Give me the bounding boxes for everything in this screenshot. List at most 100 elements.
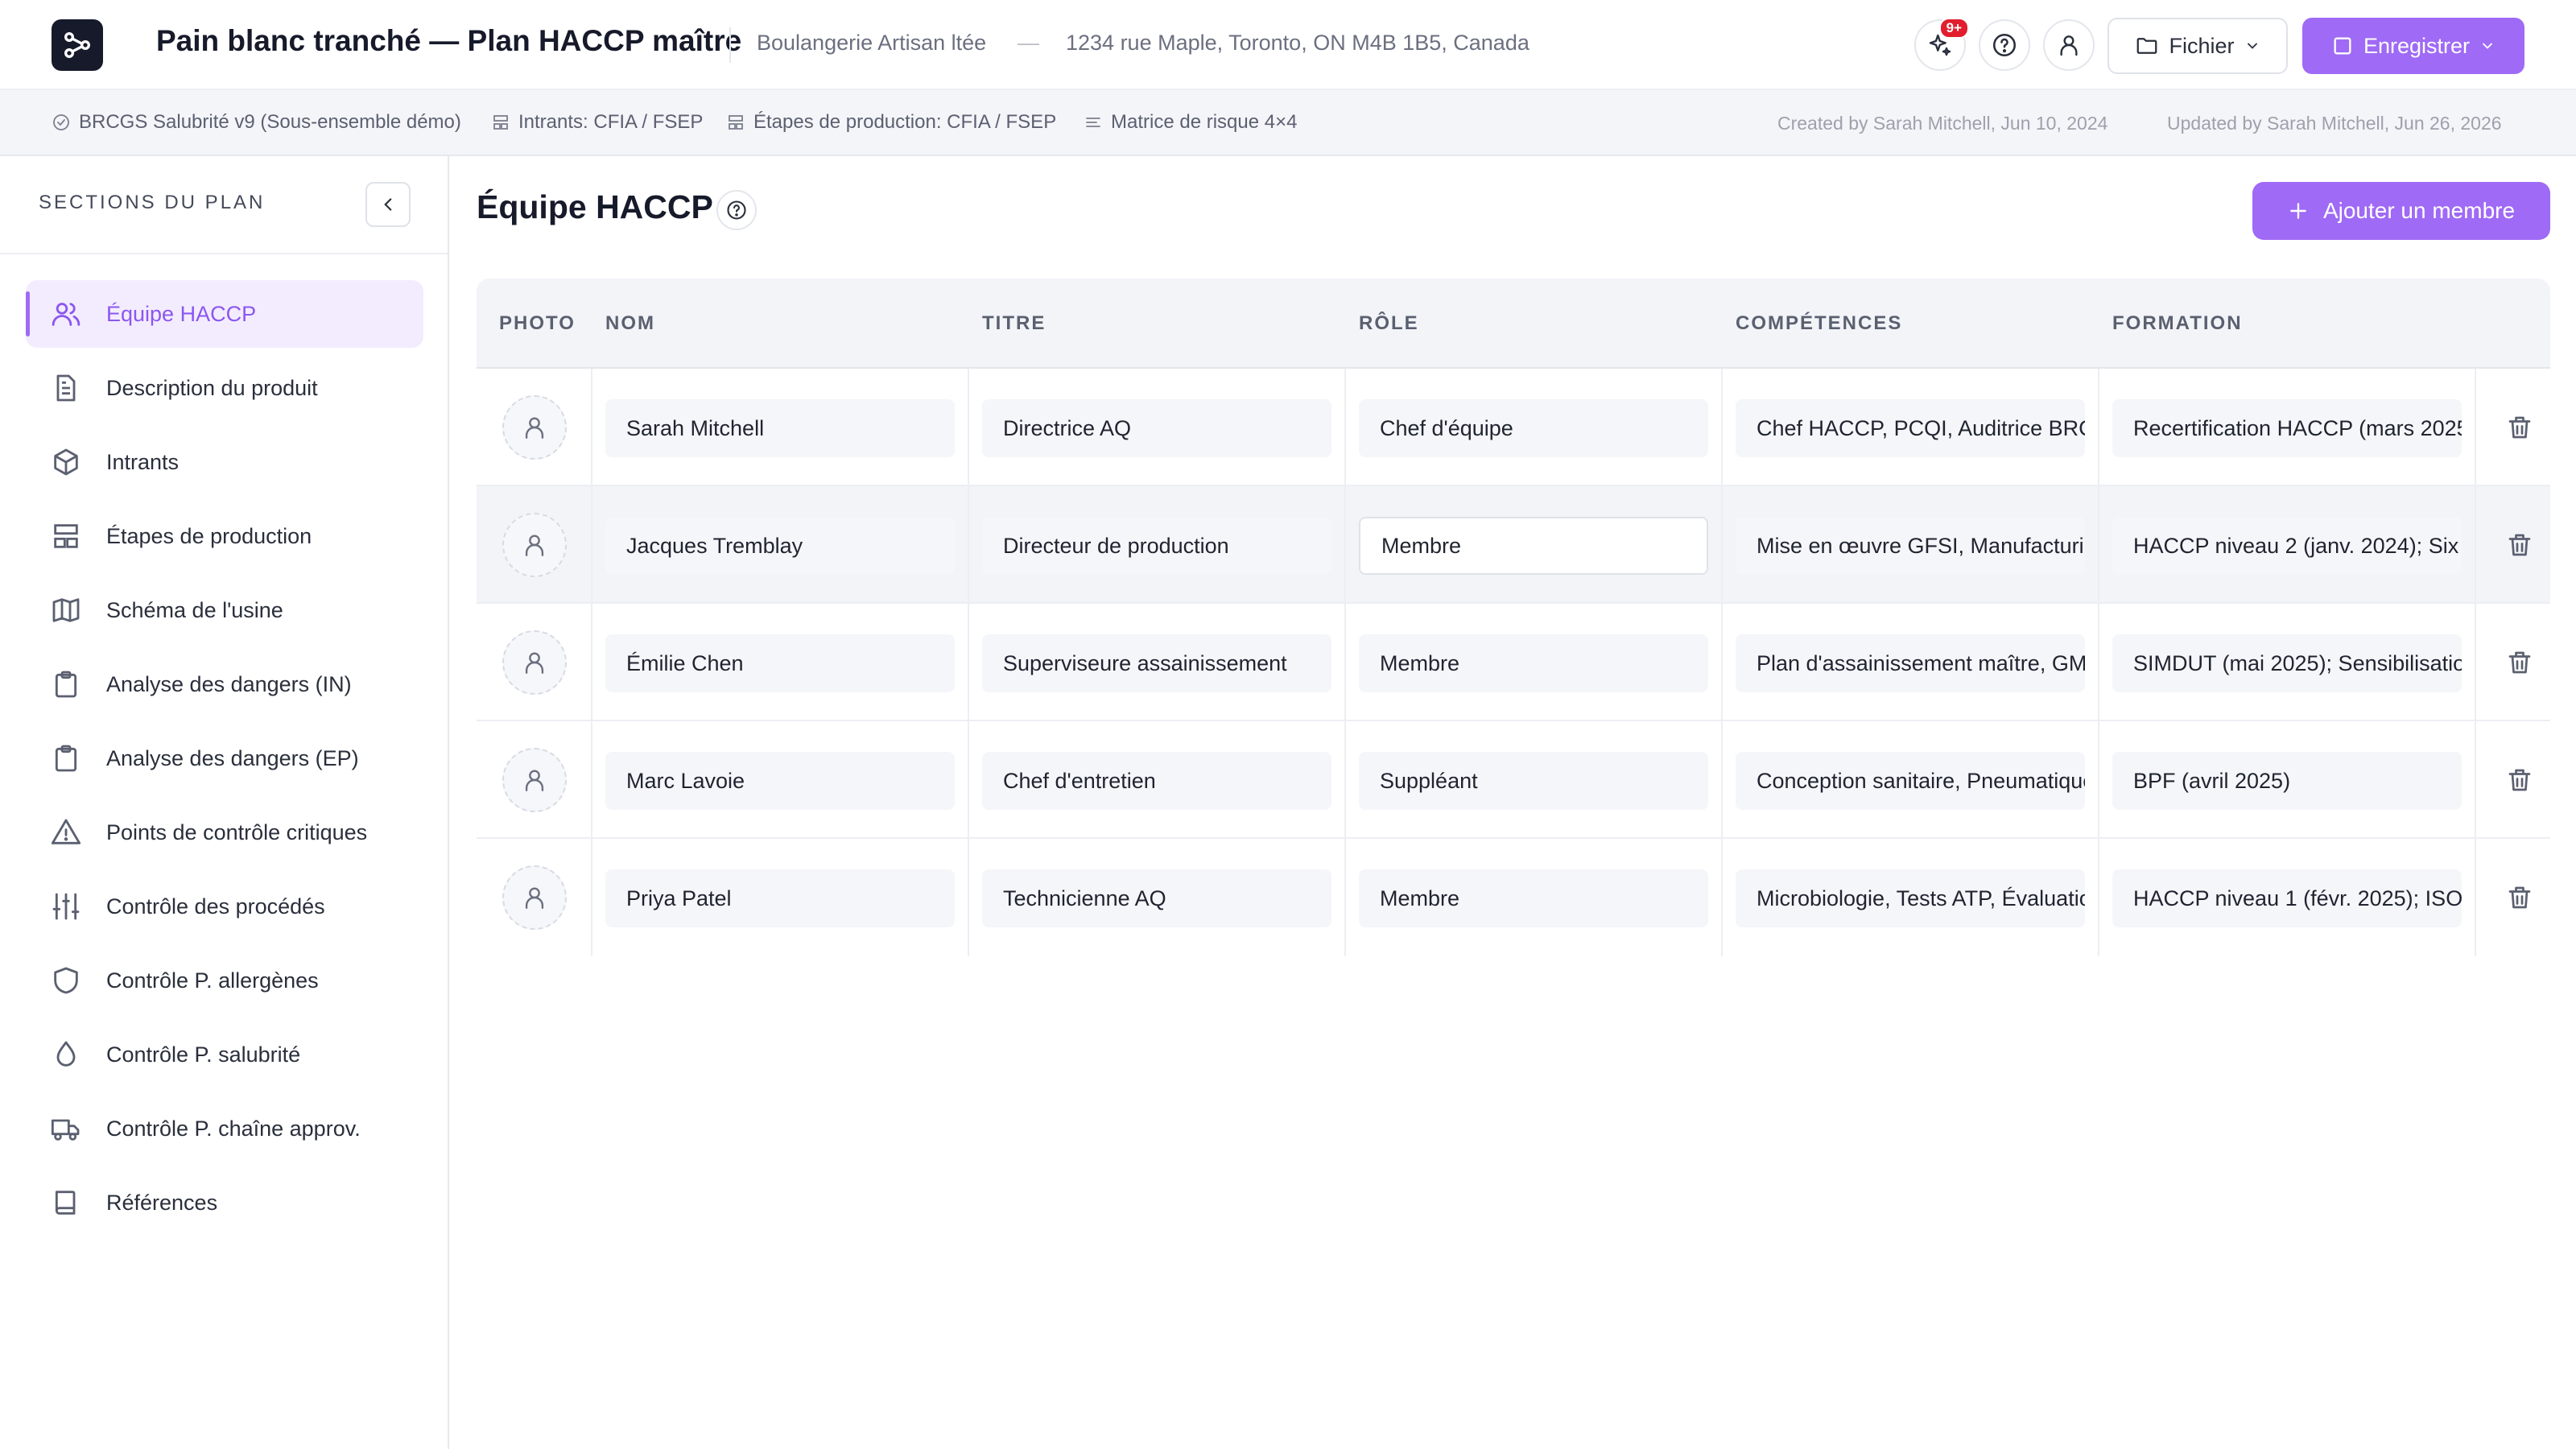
sidebar-item-description-produit[interactable]: Description du produit <box>26 354 423 422</box>
add-member-button[interactable]: Ajouter un membre <box>2252 182 2550 240</box>
sidebar-item-etapes-production[interactable]: Étapes de production <box>26 502 423 570</box>
sidebar-item-label: Description du produit <box>106 376 318 400</box>
member-name-field[interactable]: Sarah Mitchell <box>605 399 955 457</box>
member-title-field[interactable]: Directrice AQ <box>982 399 1331 457</box>
grid-icon <box>729 115 743 130</box>
save-button[interactable]: Enregistrer <box>2302 18 2524 74</box>
sidebar-item-label: Intrants <box>106 450 180 474</box>
truck-icon <box>51 1119 80 1141</box>
user-icon <box>525 887 544 909</box>
sidebar-item-intrants[interactable]: Intrants <box>26 428 423 496</box>
trash-icon[interactable] <box>2505 648 2534 677</box>
matrix-label: Matrice de risque 4×4 <box>1111 111 1298 133</box>
member-role-field[interactable]: Membre <box>1359 869 1708 927</box>
member-photo-placeholder[interactable] <box>502 395 567 460</box>
member-skills-field[interactable]: Chef HACCP, PCQI, Auditrice BRCGS <box>1736 399 2085 457</box>
sidebar-item-label: Contrôle des procédés <box>106 894 325 919</box>
column-header-name: NOM <box>605 312 655 334</box>
add-member-label: Ajouter un membre <box>2322 198 2516 223</box>
grid-icon <box>493 115 508 130</box>
member-title-field[interactable]: Superviseure assainissement <box>982 634 1331 692</box>
collapse-sidebar-button[interactable] <box>365 182 411 227</box>
member-training-field[interactable]: Recertification HACCP (mars 2025) <box>2112 399 2462 457</box>
save-label: Enregistrer <box>2363 33 2471 58</box>
steps-label: Étapes de production: CFIA / FSEP <box>753 111 1057 133</box>
sidebar-item-label: Contrôle P. chaîne approv. <box>106 1117 361 1141</box>
column-header-role: RÔLE <box>1359 312 1419 334</box>
sidebar-item-label: Schéma de l'usine <box>106 598 283 622</box>
sidebar-header: SECTIONS DU PLAN <box>0 156 448 254</box>
sidebar-item-points-controle-critiques[interactable]: Points de contrôle critiques <box>26 799 423 866</box>
member-skills-field[interactable]: Mise en œuvre GFSI, Manufacturing <box>1736 517 2085 575</box>
file-menu-button[interactable]: Fichier <box>2107 18 2288 74</box>
trash-icon[interactable] <box>2505 883 2534 912</box>
table-row: Émilie Chen Superviseure assainissement … <box>477 604 2550 721</box>
warning-icon <box>51 819 81 844</box>
member-photo-placeholder[interactable] <box>502 513 567 577</box>
member-photo-placeholder[interactable] <box>502 630 567 695</box>
member-role-field[interactable]: Membre <box>1359 634 1708 692</box>
clipboard-icon <box>55 671 77 698</box>
sidebar-item-label: Analyse des dangers (IN) <box>106 672 352 696</box>
company-address: 1234 rue Maple, Toronto, ON M4B 1B5, Can… <box>1066 31 1530 55</box>
user-icon <box>2060 35 2078 56</box>
header-separator: — <box>1018 31 1039 55</box>
member-training-field[interactable]: HACCP niveau 2 (janv. 2024); Six Sigma <box>2112 517 2462 575</box>
trash-icon[interactable] <box>2505 766 2534 795</box>
trash-icon[interactable] <box>2505 413 2534 442</box>
book-icon <box>55 1191 76 1215</box>
section-help-button[interactable] <box>716 190 757 230</box>
ai-assistant-button[interactable]: 9+ <box>1914 18 1969 71</box>
table-row: Sarah Mitchell Directrice AQ Chef d'équi… <box>477 369 2550 486</box>
users-icon <box>52 303 80 326</box>
company-name: Boulangerie Artisan ltée <box>757 31 987 55</box>
column-header-title: TITRE <box>982 312 1046 334</box>
member-title-field[interactable]: Chef d'entretien <box>982 752 1331 810</box>
sidebar-item-controle-allergenes[interactable]: Contrôle P. allergènes <box>26 947 423 1014</box>
column-header-photo: PHOTO <box>499 312 576 334</box>
member-name-field[interactable]: Marc Lavoie <box>605 752 955 810</box>
inputs-label: Intrants: CFIA / FSEP <box>518 111 704 133</box>
sidebar-item-schema-usine[interactable]: Schéma de l'usine <box>26 576 423 644</box>
member-role-field[interactable]: Chef d'équipe <box>1359 399 1708 457</box>
trash-icon[interactable] <box>2505 530 2534 559</box>
member-skills-field[interactable]: Plan d'assainissement maître, GMP <box>1736 634 2085 692</box>
user-icon <box>525 417 544 439</box>
document-icon <box>56 374 76 402</box>
sidebar-item-analyse-dangers-in[interactable]: Analyse des dangers (IN) <box>26 650 423 718</box>
sidebar-item-equipe-haccp[interactable]: Équipe HACCP <box>26 280 423 348</box>
sidebar-item-controle-procedes[interactable]: Contrôle des procédés <box>26 873 423 940</box>
sidebar-title: SECTIONS DU PLAN <box>39 192 266 213</box>
member-skills-field[interactable]: Conception sanitaire, Pneumatique <box>1736 752 2085 810</box>
check-circle-icon <box>53 114 69 130</box>
member-training-field[interactable]: SIMDUT (mai 2025); Sensibilisation <box>2112 634 2462 692</box>
shield-icon <box>54 967 78 994</box>
column-header-training: FORMATION <box>2112 312 2243 334</box>
sidebar-item-references[interactable]: Références <box>26 1169 423 1236</box>
member-name-field[interactable]: Priya Patel <box>605 869 955 927</box>
help-button[interactable] <box>1979 19 2030 71</box>
map-icon <box>52 598 80 622</box>
member-photo-placeholder[interactable] <box>502 748 567 812</box>
sidebar-item-label: Références <box>106 1191 218 1215</box>
member-training-field[interactable]: BPF (avril 2025) <box>2112 752 2462 810</box>
sidebar-item-analyse-dangers-ep[interactable]: Analyse des dangers (EP) <box>26 724 423 792</box>
member-title-field[interactable]: Directeur de production <box>982 517 1331 575</box>
member-role-field[interactable]: Suppléant <box>1359 752 1708 810</box>
member-skills-field[interactable]: Microbiologie, Tests ATP, Évaluation <box>1736 869 2085 927</box>
member-training-field[interactable]: HACCP niveau 1 (févr. 2025); ISO 22000 <box>2112 869 2462 927</box>
chevron-down-icon <box>2247 43 2257 49</box>
network-logo-icon <box>64 32 90 58</box>
table-row: Priya Patel Technicienne AQ Membre Micro… <box>477 839 2550 956</box>
lines-icon <box>1086 118 1100 127</box>
member-photo-placeholder[interactable] <box>502 865 567 930</box>
user-account-button[interactable] <box>2043 19 2095 71</box>
member-role-field[interactable]: Membre <box>1359 517 1708 575</box>
sidebar-item-controle-chaine-approv[interactable]: Contrôle P. chaîne approv. <box>26 1095 423 1162</box>
sidebar-item-label: Contrôle P. salubrité <box>106 1042 301 1067</box>
member-name-field[interactable]: Jacques Tremblay <box>605 517 955 575</box>
sidebar-item-controle-salubrite[interactable]: Contrôle P. salubrité <box>26 1021 423 1088</box>
member-title-field[interactable]: Technicienne AQ <box>982 869 1331 927</box>
app-logo[interactable] <box>52 19 103 71</box>
member-name-field[interactable]: Émilie Chen <box>605 634 955 692</box>
